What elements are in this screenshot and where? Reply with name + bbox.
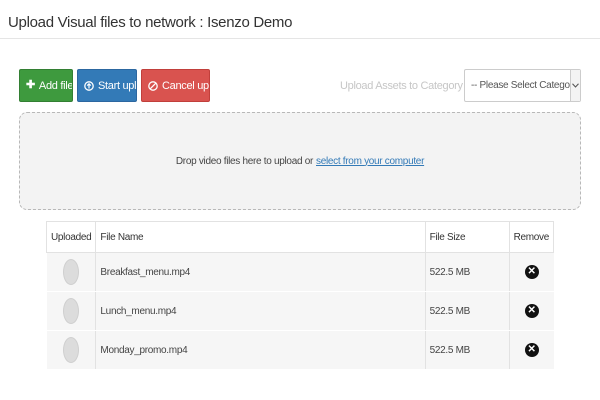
cancel-upload-label: Cancel upload <box>162 79 210 92</box>
select-files-link[interactable]: select from your computer <box>316 156 424 167</box>
file-size-cell: 522.5 MB <box>424 291 510 331</box>
file-name-cell: Monday_promo.mp4 <box>95 330 426 370</box>
page-title: Upload Visual files to network : Isenzo … <box>8 14 293 31</box>
table-row: Lunch_menu.mp4 522.5 MB ✕ <box>46 291 554 331</box>
cancel-upload-button[interactable]: Cancel upload <box>141 69 210 102</box>
add-files-button[interactable]: ✚ Add files... <box>19 69 73 102</box>
remove-file-icon[interactable]: ✕ <box>524 343 539 357</box>
ban-icon <box>148 80 158 91</box>
table-row: Monday_promo.mp4 522.5 MB ✕ <box>46 330 554 370</box>
upload-status-indicator <box>62 298 79 324</box>
chevron-down-icon[interactable] <box>570 70 580 101</box>
table-row: Breakfast_menu.mp4 522.5 MB ✕ <box>46 252 554 292</box>
start-upload-button[interactable]: Start upload <box>77 69 137 102</box>
header-file-size: File Size <box>424 221 510 253</box>
dropzone-text: Drop video files here to upload or <box>175 155 313 167</box>
file-size-cell: 522.5 MB <box>424 330 510 370</box>
category-label: Upload Assets to Category >> <box>340 80 478 92</box>
plus-icon: ✚ <box>26 79 35 91</box>
header-remove: Remove <box>508 221 555 253</box>
file-size-cell: 522.5 MB <box>424 252 510 292</box>
add-files-label: Add files... <box>38 79 73 92</box>
upload-files-table: Uploaded File Name File Size Remove Brea… <box>45 221 555 370</box>
category-select-value: -- Please Select Category -- <box>471 80 570 91</box>
upload-icon <box>84 80 94 91</box>
remove-file-icon[interactable]: ✕ <box>524 304 539 318</box>
remove-file-icon[interactable]: ✕ <box>524 265 539 279</box>
upload-status-indicator <box>62 337 79 363</box>
header-file-name: File Name <box>95 221 426 253</box>
title-divider <box>0 38 600 39</box>
header-uploaded: Uploaded <box>45 221 97 253</box>
upload-status-indicator <box>62 259 79 285</box>
category-select[interactable]: -- Please Select Category -- <box>464 69 581 102</box>
file-dropzone[interactable]: Drop video files here to upload or selec… <box>19 112 581 210</box>
file-name-cell: Breakfast_menu.mp4 <box>95 252 426 292</box>
table-header-row: Uploaded File Name File Size Remove <box>45 221 555 253</box>
file-name-cell: Lunch_menu.mp4 <box>95 291 426 331</box>
start-upload-label: Start upload <box>98 79 137 92</box>
